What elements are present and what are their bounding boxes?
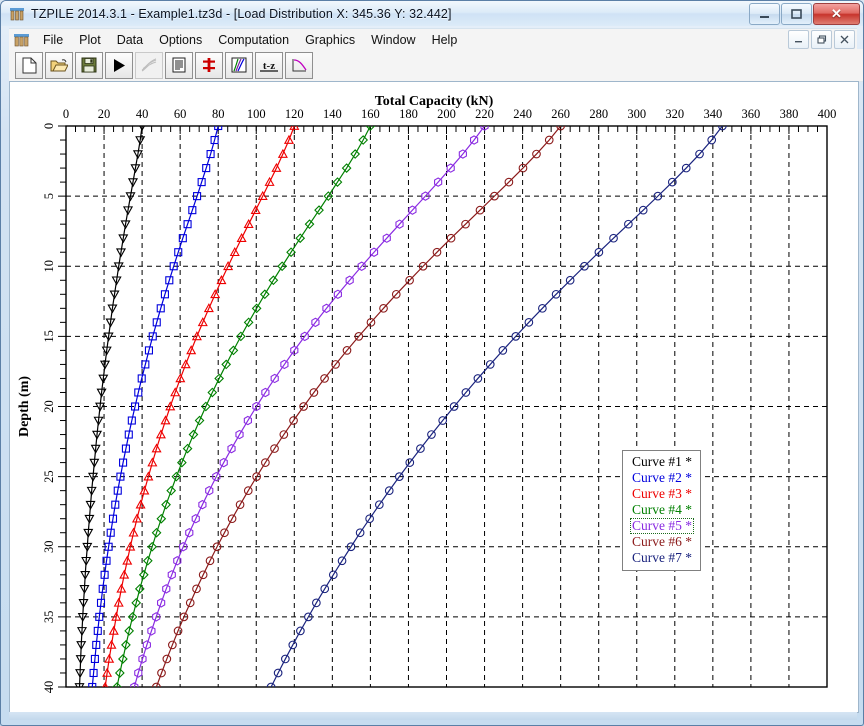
window-frame: TZPILE 2014.3.1 - Example1.tz3d - [Load … — [0, 0, 864, 726]
svg-text:20: 20 — [42, 400, 56, 413]
tzpile-app-icon — [9, 6, 25, 22]
svg-text:60: 60 — [174, 107, 187, 121]
svg-text:180: 180 — [399, 107, 418, 121]
legend-item[interactable]: Curve #4 * — [630, 502, 694, 518]
legend-item[interactable]: Curve #2 * — [630, 470, 694, 486]
chart-series — [112, 126, 376, 687]
svg-text:400: 400 — [818, 107, 837, 121]
svg-text:15: 15 — [42, 330, 56, 343]
legend-item[interactable]: Curve #1 * — [630, 454, 694, 470]
load-distribution-chart: Total Capacity (kN) 0 20 40 60 80 100 120 140 16… — [10, 82, 858, 712]
svg-text:200: 200 — [437, 107, 456, 121]
menu-item-graphics[interactable]: Graphics — [297, 31, 363, 49]
svg-text:80: 80 — [212, 107, 225, 121]
window-title: TZPILE 2014.3.1 - Example1.tz3d - [Load … — [31, 6, 452, 21]
report-button[interactable] — [165, 51, 193, 79]
save-file-button[interactable] — [75, 51, 103, 79]
mdi-document-icon — [13, 32, 30, 48]
svg-text:0: 0 — [63, 107, 69, 121]
pile-properties-button[interactable] — [195, 51, 223, 79]
svg-text:380: 380 — [780, 107, 799, 121]
legend-item[interactable]: Curve #7 * — [630, 550, 694, 566]
menu-item-computation[interactable]: Computation — [210, 31, 297, 49]
svg-text:100: 100 — [247, 107, 266, 121]
chart-svg: 0 20 40 60 80 100 120 140 160 180 200 220 240 260 280 3… — [17, 107, 837, 693]
mdi-close-button[interactable] — [834, 30, 855, 49]
mdi-window-controls — [788, 30, 855, 49]
legend-item[interactable]: Curve #6 * — [630, 534, 694, 550]
svg-text:120: 120 — [285, 107, 304, 121]
new-file-button[interactable] — [15, 51, 43, 79]
svg-text:20: 20 — [98, 107, 111, 121]
menu-item-window[interactable]: Window — [363, 31, 423, 49]
menu-item-data[interactable]: Data — [109, 31, 151, 49]
minimize-button[interactable] — [749, 3, 780, 25]
svg-text:240: 240 — [513, 107, 532, 121]
y-axis-title: Depth (m) — [17, 376, 32, 437]
load-distribution-button[interactable] — [225, 51, 253, 79]
svg-text:320: 320 — [665, 107, 684, 121]
toolbar: t-z — [9, 49, 863, 82]
svg-text:t-z: t-z — [263, 60, 275, 72]
legend-item[interactable]: Curve #5 * — [630, 518, 694, 534]
svg-text:0: 0 — [42, 123, 56, 129]
y-axis: 0 5 10 15 20 25 30 35 40 Depth (m) — [17, 123, 66, 693]
svg-text:40: 40 — [42, 681, 56, 694]
plot-client-area[interactable]: Total Capacity (kN) 0 20 40 60 80 100 120 140 16… — [9, 81, 859, 713]
svg-text:300: 300 — [627, 107, 646, 121]
menu-item-plot[interactable]: Plot — [71, 31, 109, 49]
window-controls: ✕ — [749, 3, 860, 25]
svg-text:25: 25 — [42, 470, 56, 483]
svg-text:40: 40 — [136, 107, 149, 121]
menu-item-options[interactable]: Options — [151, 31, 210, 49]
maximize-button[interactable] — [781, 3, 812, 25]
application-window: TZPILE 2014.3.1 - Example1.tz3d - [Load … — [0, 0, 864, 726]
svg-text:5: 5 — [42, 193, 56, 199]
svg-text:35: 35 — [42, 611, 56, 624]
legend-item[interactable]: Curve #3 * — [630, 486, 694, 502]
x-axis: 0 20 40 60 80 100 120 140 160 180 200 220 240 260 280 3… — [63, 107, 837, 134]
status-strip — [9, 712, 857, 720]
svg-text:260: 260 — [551, 107, 570, 121]
svg-text:280: 280 — [589, 107, 608, 121]
settlement-curve-button[interactable] — [285, 51, 313, 79]
open-file-button[interactable] — [45, 51, 73, 79]
mdi-restore-button[interactable] — [811, 30, 832, 49]
run-computation-button[interactable] — [105, 51, 133, 79]
svg-text:220: 220 — [475, 107, 494, 121]
grid-lines — [66, 126, 827, 687]
menu-item-file[interactable]: File — [35, 31, 71, 49]
menu-bar: File Plot Data Options Computation Graph… — [9, 28, 857, 50]
svg-text:30: 30 — [42, 541, 56, 554]
svg-text:340: 340 — [703, 107, 722, 121]
close-button[interactable]: ✕ — [813, 3, 860, 25]
tz-curve-button[interactable]: t-z — [255, 51, 283, 79]
mdi-minimize-button[interactable] — [788, 30, 809, 49]
title-bar[interactable]: TZPILE 2014.3.1 - Example1.tz3d - [Load … — [1, 1, 863, 26]
svg-text:140: 140 — [323, 107, 342, 121]
disabled-button — [135, 51, 163, 79]
svg-text:360: 360 — [742, 107, 761, 121]
menu-item-help[interactable]: Help — [424, 31, 466, 49]
svg-text:160: 160 — [361, 107, 380, 121]
svg-text:10: 10 — [42, 260, 56, 273]
chart-legend[interactable]: Curve #1 * Curve #2 * Curve #3 * Curve #4 *… — [622, 450, 701, 571]
